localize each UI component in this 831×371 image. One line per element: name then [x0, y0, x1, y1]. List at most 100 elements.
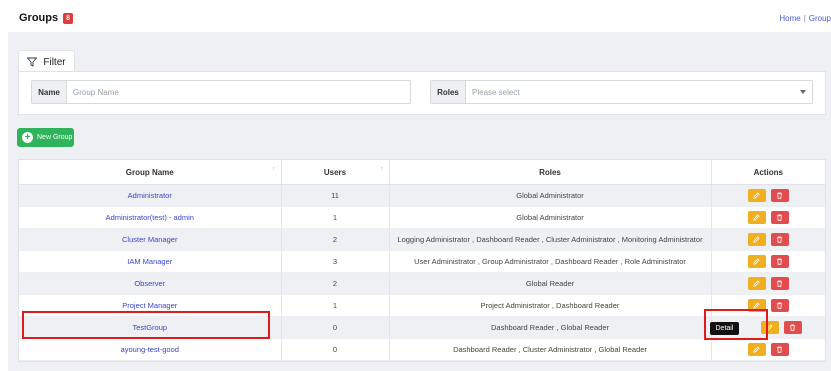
plus-circle-icon: + [22, 132, 33, 143]
breadcrumb-home[interactable]: Home [779, 14, 800, 23]
name-filter-field: Name [31, 80, 411, 104]
delete-button[interactable] [770, 189, 789, 202]
users-count: 11 [281, 184, 390, 207]
pencil-icon [753, 236, 760, 243]
edit-button[interactable] [747, 255, 766, 268]
groups-table: Group Name ↑ Users ↑ Roles Actions Adminis… [18, 159, 826, 362]
table-row: Administrator 11 Global Administrator [19, 184, 825, 207]
trash-icon [777, 346, 783, 353]
actions-cell [711, 250, 825, 273]
users-count: 3 [281, 250, 390, 273]
roles-cell: Logging Administrator , Dashboard Reader… [389, 228, 712, 251]
actions-cell [711, 184, 825, 207]
filter-icon [27, 57, 38, 67]
trash-icon [790, 324, 796, 331]
roles-select[interactable]: Please select [466, 81, 812, 103]
delete-button[interactable] [770, 211, 789, 224]
users-count: 1 [281, 294, 390, 317]
group-name-link[interactable]: ayoung-test-good [19, 338, 282, 361]
trash-icon [777, 302, 783, 309]
breadcrumb-separator: | [803, 14, 806, 23]
breadcrumb-group[interactable]: Group [809, 14, 831, 23]
chevron-down-icon [800, 90, 806, 94]
group-name-link[interactable]: Administrator [19, 184, 282, 207]
column-header-group-name[interactable]: Group Name ↑ [19, 160, 282, 185]
pencil-icon [753, 258, 760, 265]
trash-icon [777, 214, 783, 221]
roles-cell: Global Administrator [389, 206, 712, 229]
pencil-icon [753, 302, 760, 309]
edit-button[interactable] [747, 189, 766, 202]
roles-select-placeholder: Please select [472, 87, 520, 97]
group-name-link[interactable]: Observer [19, 272, 282, 295]
filter-panel: Name Roles Please select [18, 71, 826, 115]
pencil-icon [753, 346, 760, 353]
sort-icon[interactable]: ↑ [380, 166, 384, 173]
edit-button[interactable] [747, 343, 766, 356]
group-name-link[interactable]: Administrator(test) - admin [19, 206, 282, 229]
table-row: Observer 2 Global Reader [19, 272, 825, 295]
actions-cell [711, 206, 825, 229]
name-filter-label: Name [32, 81, 67, 103]
detail-tooltip: Detail [709, 322, 740, 335]
group-count-badge: 8 [63, 12, 74, 24]
table-row: Administrator(test) - admin 1 Global Adm… [19, 206, 825, 229]
delete-button[interactable] [770, 343, 789, 356]
roles-cell: Global Administrator [389, 184, 712, 207]
pencil-icon [766, 324, 773, 331]
column-header-actions: Actions [711, 160, 825, 185]
page-title-text: Groups [19, 12, 59, 24]
edit-button[interactable] [747, 277, 766, 290]
roles-filter-label: Roles [431, 81, 466, 103]
pencil-icon [753, 214, 760, 221]
delete-button[interactable] [770, 299, 789, 312]
roles-cell: Global Reader [389, 272, 712, 295]
group-name-link[interactable]: Cluster Manager [19, 228, 282, 251]
delete-button[interactable] [770, 233, 789, 246]
column-header-roles: Roles [389, 160, 712, 185]
actions-cell [711, 228, 825, 251]
users-count: 0 [281, 338, 390, 361]
delete-button[interactable] [770, 277, 789, 290]
roles-cell: Dashboard Reader , Cluster Administrator… [389, 338, 712, 361]
trash-icon [777, 280, 783, 287]
filter-tab[interactable]: Filter [18, 50, 75, 73]
users-count: 2 [281, 272, 390, 295]
actions-cell: Detail [709, 316, 825, 339]
table-row: ayoung-test-good 0 Dashboard Reader , Cl… [19, 338, 825, 361]
edit-button[interactable] [747, 299, 766, 312]
new-group-label: New Group [37, 134, 73, 141]
delete-button[interactable] [783, 321, 802, 334]
page-header: Groups 8 Home | Group [0, 0, 831, 32]
breadcrumb: Home | Group [779, 14, 831, 23]
table-row: IAM Manager 3 User Administrator , Group… [19, 250, 825, 273]
group-name-link[interactable]: TestGroup [19, 316, 282, 339]
users-count: 0 [281, 316, 390, 339]
table-header-row: Group Name ↑ Users ↑ Roles Actions [19, 160, 825, 185]
trash-icon [777, 192, 783, 199]
edit-button[interactable] [747, 211, 766, 224]
delete-button[interactable] [770, 255, 789, 268]
edit-button[interactable] [747, 233, 766, 246]
roles-cell: User Administrator , Group Administrator… [389, 250, 712, 273]
new-group-button[interactable]: + New Group [17, 128, 74, 147]
trash-icon [777, 258, 783, 265]
table-row: Project Manager 1 Project Administrator … [19, 294, 825, 317]
roles-cell: Project Administrator , Dashboard Reader [389, 294, 712, 317]
table-row: TestGroup 0 Dashboard Reader , Global Re… [19, 316, 825, 339]
table-row: Cluster Manager 2 Logging Administrator … [19, 228, 825, 251]
sort-icon[interactable]: ↑ [272, 166, 276, 173]
group-name-link[interactable]: IAM Manager [19, 250, 282, 273]
actions-cell [711, 272, 825, 295]
actions-cell [711, 294, 825, 317]
page-title: Groups 8 [19, 12, 74, 24]
group-name-input[interactable] [67, 81, 410, 103]
filter-tab-label: Filter [43, 56, 66, 68]
users-count: 1 [281, 206, 390, 229]
pencil-icon [753, 280, 760, 287]
column-header-users[interactable]: Users ↑ [281, 160, 390, 185]
group-name-link[interactable]: Project Manager [19, 294, 282, 317]
users-count: 2 [281, 228, 390, 251]
edit-button[interactable] [760, 321, 779, 334]
actions-cell [711, 338, 825, 361]
